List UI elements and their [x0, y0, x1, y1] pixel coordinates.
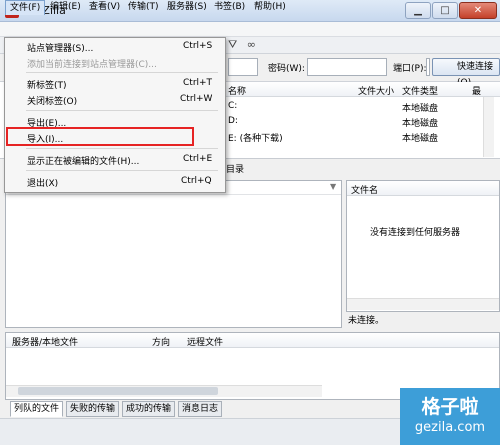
- menu-file[interactable]: 文件(F): [5, 0, 46, 15]
- watermark-url: gezila.com: [414, 420, 486, 435]
- menu-edit[interactable]: 编辑(E): [46, 0, 85, 15]
- filter-icon[interactable]: ⛛: [228, 38, 237, 51]
- menu-exit[interactable]: 退出(X): [27, 176, 58, 189]
- column-type[interactable]: 文件类型: [402, 84, 438, 97]
- tab-message-log[interactable]: 消息日志: [178, 401, 223, 417]
- close-button[interactable]: ✕: [459, 2, 497, 19]
- password-input[interactable]: [307, 58, 387, 76]
- maximize-button[interactable]: □: [432, 2, 458, 19]
- quickconnect-button[interactable]: 快速连接(Q): [432, 58, 500, 88]
- menu-bookmarks[interactable]: 书签(B): [210, 0, 249, 15]
- menu-server[interactable]: 服务器(S): [163, 0, 211, 15]
- local-tree-pane[interactable]: [5, 180, 342, 328]
- menu-close-tab[interactable]: 关闭标签(O): [27, 94, 77, 107]
- toolbar-icons: ⛛ ∞: [228, 38, 256, 52]
- menu-transfer[interactable]: 传输(T): [124, 0, 163, 15]
- queue-column-local[interactable]: 服务器/本地文件: [12, 335, 78, 348]
- tab-queued-files[interactable]: 列队的文件: [10, 401, 64, 417]
- column-size[interactable]: 文件大小: [358, 84, 394, 97]
- watermark-logo: 格子啦 gezila.com: [400, 388, 500, 445]
- tab-successful-transfers[interactable]: 成功的传输: [122, 401, 176, 417]
- menu-add-to-site-manager: 添加当前连接到站点管理器(C)...: [27, 60, 157, 70]
- remote-dir-label: 目录: [226, 165, 245, 175]
- shortcut-exit: Ctrl+Q: [181, 176, 212, 186]
- menu-separator: [26, 148, 218, 149]
- menu-new-tab[interactable]: 新标签(T): [27, 78, 67, 91]
- shortcut-new-tab: Ctrl+T: [183, 78, 213, 88]
- menu-site-manager[interactable]: 站点管理器(S)...: [27, 41, 93, 54]
- queue-column-direction[interactable]: 方向: [152, 335, 170, 348]
- remote-list-scrollbar[interactable]: [347, 298, 499, 310]
- menu-show-edited-files[interactable]: 显示正在被编辑的文件(H)...: [27, 154, 139, 167]
- password-label: 密码(W):: [268, 64, 305, 74]
- drive-d-type: 本地磁盘: [402, 119, 439, 129]
- remote-file-list[interactable]: [346, 180, 500, 312]
- column-name[interactable]: 名称: [228, 84, 246, 97]
- port-label: 端口(P):: [393, 64, 427, 74]
- remote-empty-message: 没有连接到任何服务器: [370, 228, 461, 238]
- menu-separator: [26, 72, 218, 73]
- queue-scrollbar-thumb[interactable]: [18, 387, 218, 395]
- column-modified[interactable]: 最: [472, 84, 481, 97]
- shortcut-site-manager: Ctrl+S: [183, 41, 213, 51]
- drive-d-name[interactable]: D:: [228, 116, 238, 126]
- local-list-scrollbar[interactable]: [483, 97, 494, 157]
- menu-separator: [26, 110, 218, 111]
- drive-e-type: 本地磁盘: [402, 134, 439, 144]
- shortcut-show-edited-files: Ctrl+E: [183, 154, 213, 164]
- drive-e-name[interactable]: E: (各种下载): [228, 131, 283, 144]
- minimize-button[interactable]: ▁: [405, 2, 431, 19]
- watermark-title: 格子啦: [421, 396, 479, 418]
- menu-help[interactable]: 帮助(H): [250, 0, 290, 15]
- import-highlight-box: [6, 127, 194, 146]
- queue-header: [6, 333, 499, 348]
- column-filename[interactable]: 文件名: [351, 183, 378, 196]
- remote-status-text: 未连接。: [348, 316, 385, 326]
- menu-bar: [0, 22, 500, 37]
- binoculars-icon[interactable]: ∞: [247, 38, 256, 51]
- drive-c-type: 本地磁盘: [402, 104, 439, 114]
- shortcut-close-tab: Ctrl+W: [180, 94, 213, 104]
- tab-failed-transfers[interactable]: 失败的传输: [66, 401, 120, 417]
- port-input[interactable]: [426, 58, 430, 76]
- chevron-down-icon[interactable]: ▼: [330, 182, 336, 191]
- queue-column-remote[interactable]: 远程文件: [187, 335, 223, 348]
- drive-c-name[interactable]: C:: [228, 101, 237, 111]
- menu-separator: [26, 170, 218, 171]
- menu-view[interactable]: 查看(V): [85, 0, 124, 15]
- username-input[interactable]: [228, 58, 258, 76]
